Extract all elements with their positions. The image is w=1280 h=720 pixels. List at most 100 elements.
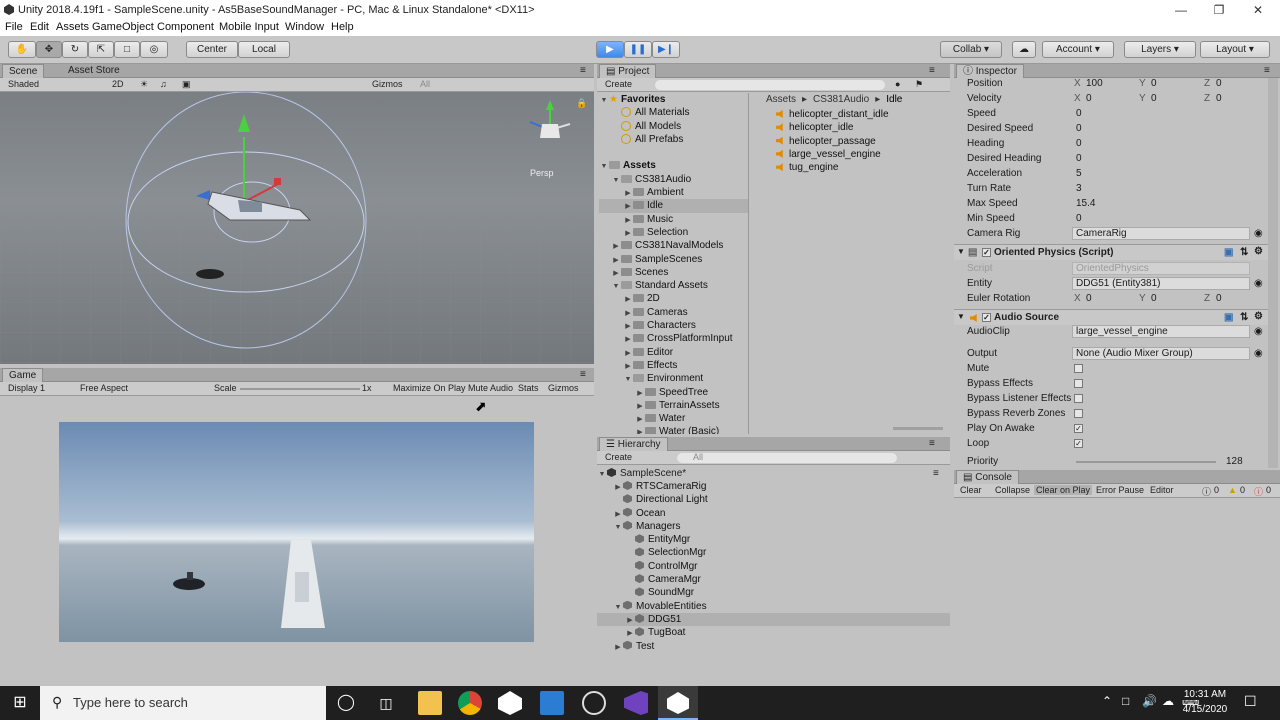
project-folder-row[interactable]: ▼ Standard Assets: [599, 279, 749, 292]
project-folder-row[interactable]: ▶ CS381NavalModels: [599, 239, 749, 252]
preset-icon[interactable]: ⇅: [1240, 312, 1248, 323]
scene-root-menu-icon[interactable]: ≡: [933, 467, 939, 480]
tab-hierarchy[interactable]: ☰ Hierarchy: [599, 437, 668, 451]
object-picker-icon[interactable]: ◉: [1254, 326, 1263, 337]
audio-source-enable-checkbox[interactable]: ✓: [982, 313, 991, 322]
hand-tool-icon[interactable]: ✋: [8, 41, 36, 58]
taskbar-time[interactable]: 10:31 AM: [1182, 689, 1228, 700]
hierarchy-item[interactable]: Directional Light: [597, 493, 950, 506]
audio-file-item[interactable]: large_vessel_engine: [776, 148, 889, 161]
euler-y[interactable]: 0: [1151, 293, 1157, 304]
expand-arrow-icon[interactable]: ▶: [635, 387, 645, 400]
console-editor-dropdown[interactable]: Editor: [1150, 485, 1174, 495]
layout-dropdown[interactable]: Layout ▾: [1200, 41, 1270, 58]
transform-tool-icon[interactable]: ◎: [140, 41, 168, 58]
audio-flag-checkbox[interactable]: [1074, 364, 1083, 373]
expand-arrow-icon[interactable]: ▶: [611, 267, 621, 280]
pivot-center-button[interactable]: Center: [186, 41, 238, 58]
project-create-dropdown[interactable]: Create: [605, 79, 632, 89]
menu-help[interactable]: Help: [331, 21, 354, 33]
menu-assets[interactable]: Assets: [56, 21, 89, 33]
notifications-icon[interactable]: ☐: [1244, 693, 1257, 710]
show-hidden-icons-icon[interactable]: ⌃: [1102, 694, 1112, 708]
expand-arrow-icon[interactable]: ▶: [635, 426, 645, 434]
breadcrumb-cs381audio[interactable]: CS381Audio: [813, 94, 869, 105]
expand-arrow-icon[interactable]: ▶: [623, 320, 633, 333]
project-folder-row[interactable]: ▶ Ambient: [599, 186, 749, 199]
hierarchy-item[interactable]: ControlMgr: [597, 560, 950, 573]
scale-slider[interactable]: [240, 388, 360, 390]
priority-slider[interactable]: [1076, 461, 1216, 463]
hierarchy-item[interactable]: ▶ RTSCameraRig: [597, 480, 950, 493]
audio-file-item[interactable]: helicopter_passage: [776, 135, 889, 148]
tab-scene[interactable]: Scene: [2, 64, 45, 78]
expand-arrow-icon[interactable]: ▶: [625, 614, 635, 627]
hierarchy-create-dropdown[interactable]: Create: [605, 452, 632, 462]
euler-x[interactable]: 0: [1086, 293, 1092, 304]
expand-arrow-icon[interactable]: ▶: [635, 400, 645, 413]
expand-arrow-icon[interactable]: ▶: [623, 293, 633, 306]
scene-orientation-gizmo[interactable]: [520, 94, 580, 156]
hierarchy-item[interactable]: ▼ MovableEntities: [597, 600, 950, 613]
inspector-field-value[interactable]: 0: [1076, 123, 1082, 134]
onedrive-icon[interactable]: ☁: [1162, 694, 1174, 708]
tab-asset-store[interactable]: Asset Store: [62, 64, 126, 78]
velocity-x[interactable]: 0: [1086, 93, 1092, 104]
project-folder-row[interactable]: ▶ Selection: [599, 226, 749, 239]
console-clear-button[interactable]: Clear: [960, 485, 982, 495]
expand-arrow-icon[interactable]: ▶: [611, 254, 621, 267]
object-picker-icon[interactable]: ◉: [1254, 348, 1263, 359]
filter-label-icon[interactable]: ⚑: [915, 79, 923, 90]
inspector-field-value[interactable]: 0: [1076, 108, 1082, 119]
assets-header[interactable]: ▼ Assets: [599, 159, 749, 172]
collapse-arrow-icon[interactable]: ▼: [957, 247, 965, 256]
hierarchy-item[interactable]: SoundMgr: [597, 586, 950, 599]
menu-edit[interactable]: Edit: [30, 21, 49, 33]
refresh-app-icon[interactable]: [582, 691, 606, 715]
console-warning-icon[interactable]: ▲: [1228, 485, 1237, 495]
project-folder-row[interactable]: ▶ CrossPlatformInput: [599, 332, 749, 345]
lighting-icon[interactable]: ☀: [140, 79, 148, 90]
stats-toggle[interactable]: Stats: [518, 383, 539, 393]
expand-arrow-icon[interactable]: ▶: [613, 481, 623, 494]
project-folder-row[interactable]: ▼ CS381Audio: [599, 173, 749, 186]
expand-arrow-icon[interactable]: ▶: [623, 200, 633, 213]
menu-mobile-input[interactable]: Mobile Input: [219, 21, 279, 33]
project-split-divider[interactable]: [748, 93, 749, 434]
gizmos-dropdown[interactable]: Gizmos: [372, 79, 403, 89]
project-folder-row[interactable]: ▼ Environment: [599, 372, 749, 385]
menu-file[interactable]: File: [5, 21, 23, 33]
audio-source-header[interactable]: ▼ ✓ Audio Source ▣ ⇅ ⚙: [954, 309, 1268, 325]
breadcrumb-idle[interactable]: Idle: [886, 94, 902, 105]
hierarchy-search-field[interactable]: [677, 453, 897, 463]
account-dropdown[interactable]: Account ▾: [1042, 41, 1114, 58]
hierarchy-item[interactable]: SelectionMgr: [597, 546, 950, 559]
maximize-button[interactable]: ❐: [1204, 2, 1234, 18]
preset-icon[interactable]: ⇅: [1240, 247, 1248, 258]
inspector-field-value[interactable]: 0: [1076, 153, 1082, 164]
tab-console[interactable]: ▤ Console: [956, 470, 1019, 484]
cloud-icon[interactable]: ☁: [1012, 41, 1036, 58]
taskbar-search-box[interactable]: ⚲ Type here to search: [40, 686, 326, 720]
console-error-pause-button[interactable]: Error Pause: [1096, 485, 1144, 495]
expand-arrow-icon[interactable]: ▶: [613, 641, 623, 654]
menu-window[interactable]: Window: [285, 21, 324, 33]
project-folder-row[interactable]: ▶ Effects: [599, 359, 749, 372]
help-icon[interactable]: ▣: [1224, 312, 1233, 323]
oriented-physics-enable-checkbox[interactable]: ✓: [982, 248, 991, 257]
project-folder-row[interactable]: ▶ Characters: [599, 319, 749, 332]
aspect-dropdown[interactable]: Free Aspect: [80, 383, 128, 393]
project-folder-row[interactable]: ▶ Idle: [599, 199, 749, 213]
scene-viewport[interactable]: Persp 🔒: [0, 92, 594, 364]
hierarchy-item[interactable]: ▶ Test: [597, 640, 950, 653]
favorite-item[interactable]: All Prefabs: [599, 133, 749, 146]
visual-studio-icon[interactable]: [624, 691, 648, 715]
expand-arrow-icon[interactable]: ▶: [623, 187, 633, 200]
shading-dropdown[interactable]: Shaded: [8, 79, 39, 89]
inspector-scrollbar[interactable]: [1268, 78, 1278, 468]
gear-icon[interactable]: ⚙: [1254, 246, 1263, 257]
expand-arrow-icon[interactable]: ▶: [623, 347, 633, 360]
tab-game[interactable]: Game: [2, 368, 44, 382]
gear-icon[interactable]: ⚙: [1254, 311, 1263, 322]
help-icon[interactable]: ▣: [1224, 247, 1233, 258]
